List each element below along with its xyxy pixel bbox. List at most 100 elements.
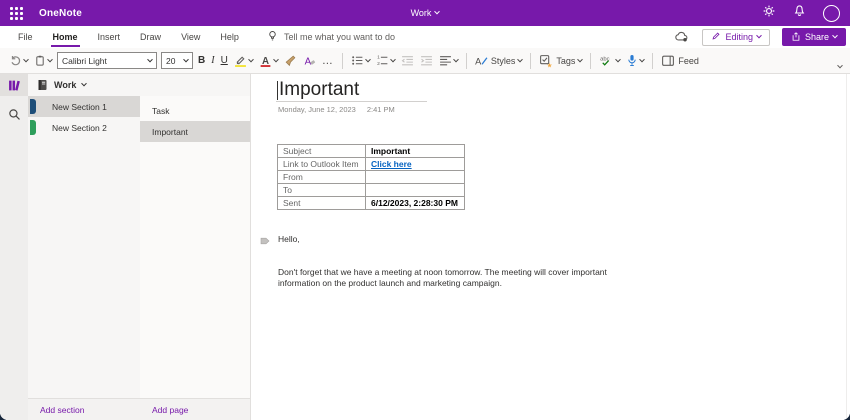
divider xyxy=(652,52,654,69)
notebook-switcher-label: Work xyxy=(410,8,432,18)
onenote-window: OneNote Work File Home Insert Draw View … xyxy=(0,0,850,420)
decrease-indent-button[interactable] xyxy=(398,52,417,69)
page-date: Monday, June 12, 2023 xyxy=(278,105,356,114)
paste-button[interactable] xyxy=(31,52,55,69)
table-value: Important xyxy=(365,144,465,158)
chevron-down-icon xyxy=(639,56,646,62)
tellme-search[interactable]: Tell me what you want to do xyxy=(267,30,395,44)
page-item-important[interactable]: Important xyxy=(140,121,250,142)
notebook-icon xyxy=(38,80,47,90)
chevron-down-icon xyxy=(577,56,584,62)
share-icon xyxy=(791,31,801,44)
tab-home[interactable]: Home xyxy=(43,26,88,48)
section-color-marker xyxy=(30,99,36,114)
text-cursor xyxy=(277,81,278,100)
title-underline xyxy=(276,101,427,102)
bold-button[interactable]: B xyxy=(195,53,208,68)
page-title[interactable]: Important xyxy=(277,79,359,101)
editing-mode-button[interactable]: Editing xyxy=(702,28,770,46)
dictate-microphone-button[interactable] xyxy=(623,52,647,69)
table-label: Sent xyxy=(277,196,366,210)
share-button[interactable]: Share xyxy=(781,28,846,46)
more-formatting-button[interactable]: … xyxy=(319,55,337,67)
notebook-sidebar: Work New Section 1 New Section 2 Task Im… xyxy=(28,74,251,420)
clear-formatting-button[interactable]: A xyxy=(300,52,319,69)
bullet-list-button[interactable] xyxy=(348,52,373,69)
section-color-marker xyxy=(30,120,36,135)
note-body-text: Don't forget that we have a meeting at n… xyxy=(278,267,607,288)
font-color-button[interactable]: A xyxy=(256,52,281,69)
section-item-new-section-2[interactable]: New Section 2 xyxy=(28,117,140,138)
tab-file[interactable]: File xyxy=(8,26,43,48)
scrollbar-track[interactable] xyxy=(846,74,847,420)
feed-label: Feed xyxy=(678,55,699,66)
tab-insert[interactable]: Insert xyxy=(88,26,131,48)
alignment-button[interactable] xyxy=(436,52,461,69)
chevron-down-icon xyxy=(47,56,53,62)
numbered-list-button[interactable]: 1 2 xyxy=(373,52,398,69)
page-item-task[interactable]: Task xyxy=(140,100,250,121)
collapse-ribbon-chevron-icon[interactable] xyxy=(837,62,843,69)
table-row: Sent 6/12/2023, 2:28:30 PM xyxy=(277,196,465,210)
chevron-down-icon xyxy=(272,56,279,62)
chevron-down-icon xyxy=(615,56,622,62)
format-painter-button[interactable] xyxy=(281,52,300,69)
page-title-text: Important xyxy=(279,79,360,100)
table-label: From xyxy=(277,170,366,184)
svg-text:A: A xyxy=(304,56,311,67)
add-section-button[interactable]: Add section xyxy=(28,405,140,415)
page-time: 2:41 PM xyxy=(366,105,395,114)
table-row: Link to Outlook Item Click here xyxy=(277,157,465,171)
chevron-down-icon xyxy=(147,56,153,62)
chevron-down-icon xyxy=(517,56,524,62)
underline-button[interactable]: U xyxy=(218,53,231,68)
outlook-item-table: Subject Important Link to Outlook Item C… xyxy=(277,144,465,210)
tags-label: Tags xyxy=(556,55,576,66)
chevron-down-icon xyxy=(389,56,396,62)
notebooks-nav-button[interactable] xyxy=(0,74,28,96)
highlighter-button[interactable] xyxy=(231,52,256,69)
page-canvas[interactable]: Important Monday, June 12, 2023 2:41 PM … xyxy=(251,74,850,420)
outlook-item-link[interactable]: Click here xyxy=(365,157,465,171)
page-name: Important xyxy=(152,126,188,137)
increase-indent-button[interactable] xyxy=(417,52,436,69)
spell-check-button[interactable]: abc xyxy=(596,52,623,69)
paragraph-drag-handle[interactable] xyxy=(259,234,271,252)
undo-button[interactable] xyxy=(6,52,31,69)
font-name-select[interactable]: Calibri Light xyxy=(57,52,157,69)
menu-bar: File Home Insert Draw View Help Tell me … xyxy=(0,26,850,48)
italic-glyph: I xyxy=(211,55,215,66)
page-name: Task xyxy=(152,105,170,116)
tellme-placeholder: Tell me what you want to do xyxy=(283,32,395,42)
notebook-switcher[interactable]: Work xyxy=(0,8,850,18)
app-launcher-icon[interactable] xyxy=(10,6,23,20)
section-item-new-section-1[interactable]: New Section 1 xyxy=(28,96,140,117)
italic-button[interactable]: I xyxy=(208,53,217,68)
account-avatar[interactable] xyxy=(823,4,840,22)
table-row: Subject Important xyxy=(277,144,465,158)
ribbon-toolbar: Calibri Light 20 B I U A A … 1 2 A Style… xyxy=(0,48,850,74)
sync-cloud-icon xyxy=(674,30,690,45)
styles-button[interactable]: A Styles xyxy=(472,52,526,69)
font-size-select[interactable]: 20 xyxy=(161,52,193,69)
title-bar: OneNote Work xyxy=(0,0,850,26)
tab-draw[interactable]: Draw xyxy=(130,26,171,48)
tab-view[interactable]: View xyxy=(171,26,210,48)
chevron-down-icon xyxy=(832,32,838,39)
chevron-down-icon xyxy=(452,56,459,62)
settings-gear-icon[interactable] xyxy=(762,4,776,23)
add-page-button[interactable]: Add page xyxy=(140,405,188,415)
search-button[interactable] xyxy=(0,103,28,125)
page-datetime: Monday, June 12, 2023 2:41 PM xyxy=(278,105,395,114)
feed-button[interactable]: Feed xyxy=(658,52,703,69)
table-value xyxy=(365,170,465,184)
tab-help[interactable]: Help xyxy=(210,26,249,48)
font-name-value: Calibri Light xyxy=(62,55,107,66)
tags-button[interactable]: ★ Tags xyxy=(536,52,585,70)
notifications-bell-icon[interactable] xyxy=(793,4,806,22)
bold-glyph: B xyxy=(198,55,206,66)
editing-label: Editing xyxy=(725,32,753,42)
table-label: Link to Outlook Item xyxy=(277,157,366,171)
share-label: Share xyxy=(804,32,829,42)
notebook-header[interactable]: Work xyxy=(28,74,250,96)
